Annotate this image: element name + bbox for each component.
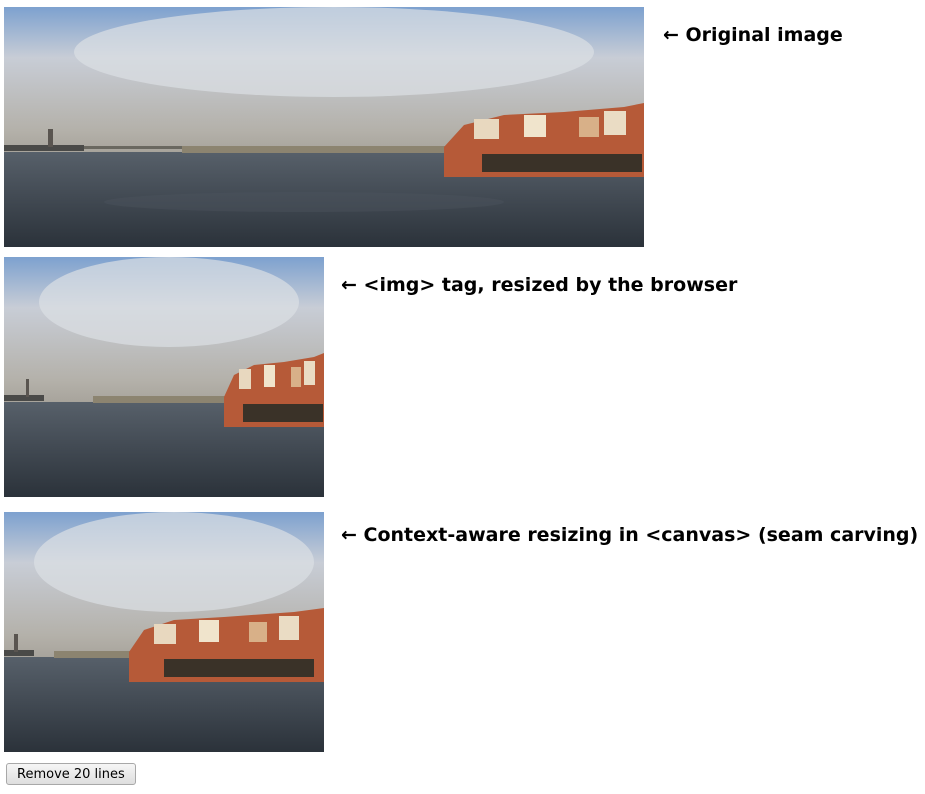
browser-resized-caption: ← <img> tag, resized by the browser — [341, 274, 738, 296]
seam-carved-canvas — [4, 512, 324, 752]
original-image — [4, 7, 644, 247]
original-image-caption: ← Original image — [663, 24, 843, 46]
remove-lines-button[interactable]: Remove 20 lines — [6, 763, 136, 785]
browser-resized-image — [4, 257, 324, 497]
seam-carved-caption: ← Context-aware resizing in <canvas> (se… — [341, 524, 919, 546]
